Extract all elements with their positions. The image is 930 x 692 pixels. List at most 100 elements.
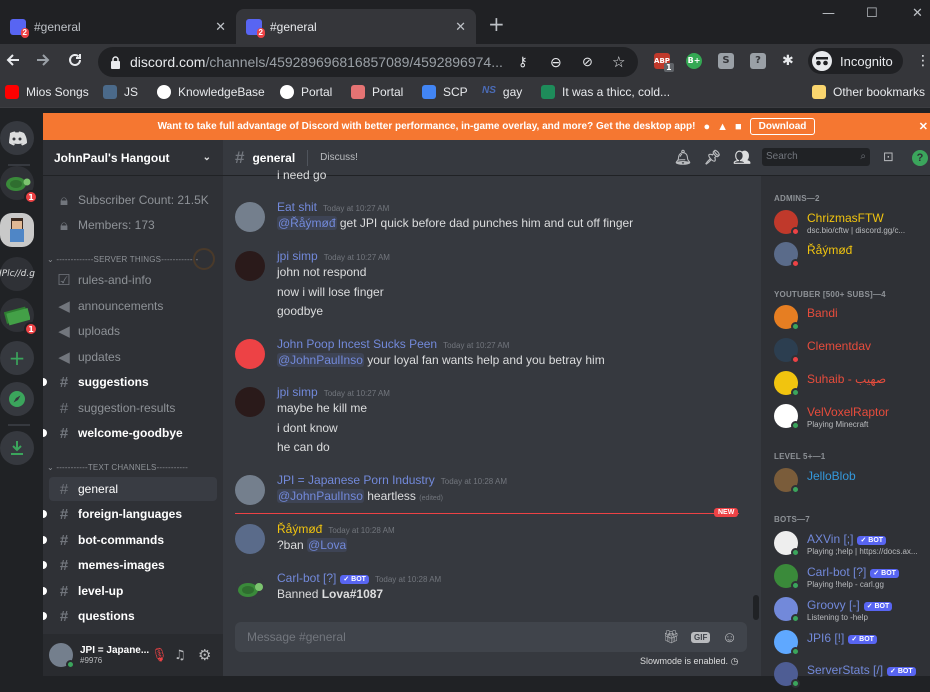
channel-suggestions[interactable]: # suggestions bbox=[43, 370, 217, 394]
browser-tab-active[interactable]: 2 #general ✕ bbox=[236, 9, 476, 44]
notification-bell-icon[interactable]: 🔔︎ bbox=[674, 149, 692, 166]
avatar[interactable] bbox=[235, 475, 265, 505]
settings-gear-icon[interactable]: ⚙ bbox=[198, 646, 211, 664]
incognito-button[interactable]: Incognito bbox=[808, 48, 903, 74]
server-header[interactable]: JohnPaul's Hangout ⌄ bbox=[43, 140, 223, 176]
member-item[interactable]: Clementdav bbox=[774, 336, 930, 368]
pin-icon[interactable]: 📌︎ bbox=[704, 149, 722, 166]
member-item[interactable]: Bandi bbox=[774, 303, 930, 335]
author-name[interactable]: Eat shit bbox=[277, 200, 317, 214]
member-item[interactable]: Řåýmøđ bbox=[774, 240, 930, 272]
channel-announcements[interactable]: ◀ announcements bbox=[49, 294, 217, 318]
reload-icon[interactable] bbox=[66, 51, 82, 67]
channel-members[interactable]: 🔒︎ Members: 173 bbox=[49, 213, 217, 237]
scrollbar-thumb[interactable] bbox=[753, 595, 759, 620]
carl-bot-turtle-avatar[interactable] bbox=[235, 573, 265, 603]
minimize-icon[interactable]: — bbox=[822, 6, 835, 21]
extension-b-icon[interactable]: B+ bbox=[686, 53, 702, 69]
member-item[interactable]: Suhaib - صهيب bbox=[774, 369, 930, 401]
member-item[interactable]: Groovy [-] ✓ BOT Listening to -help bbox=[774, 595, 930, 627]
scrollbar[interactable] bbox=[753, 180, 759, 670]
emoji-icon[interactable]: ☺ bbox=[722, 629, 737, 646]
server-turtle-icon[interactable]: 1 bbox=[0, 166, 38, 204]
eye-off-icon[interactable]: ⊘ bbox=[582, 54, 593, 70]
close-tab-icon[interactable]: ✕ bbox=[215, 19, 226, 35]
extensions-puzzle-icon[interactable]: ✱ bbox=[782, 53, 798, 69]
avatar[interactable] bbox=[235, 202, 265, 232]
help-icon[interactable]: ? bbox=[912, 150, 928, 166]
author-name[interactable]: jpi simp bbox=[277, 249, 318, 263]
user-mention[interactable]: @JohnPaulInso bbox=[277, 353, 364, 367]
bookmark-item[interactable]: SCP bbox=[422, 85, 468, 99]
avatar[interactable] bbox=[235, 339, 265, 369]
user-mention[interactable]: @JohnPaulInso bbox=[277, 489, 364, 503]
bookmark-item[interactable]: JS bbox=[103, 85, 138, 99]
bookmark-item[interactable]: Portal bbox=[351, 85, 403, 99]
member-item[interactable]: ChrizmasFTW dsc.bio/cftw | discord.gg/c..… bbox=[774, 208, 930, 240]
channel-rules-and-info[interactable]: ☑ rules-and-info bbox=[49, 268, 217, 292]
avatar[interactable] bbox=[235, 387, 265, 417]
adblock-icon[interactable]: ABP 1 bbox=[654, 53, 674, 72]
avatar[interactable] bbox=[235, 524, 265, 554]
close-window-icon[interactable]: ✕ bbox=[912, 6, 923, 21]
discord-home-icon[interactable] bbox=[0, 121, 34, 155]
bookmark-item[interactable]: Mios Songs bbox=[5, 85, 89, 99]
member-item[interactable]: JPI6 [!] ✓ BOT bbox=[774, 628, 930, 660]
author-name[interactable]: jpi simp bbox=[277, 385, 318, 399]
member-item[interactable]: VelVoxelRaptor Playing Minecraft bbox=[774, 402, 930, 434]
member-item[interactable]: Carl-bot [?] ✓ BOT Playing !help - carl.gg bbox=[774, 562, 930, 594]
bookmark-item[interactable]: Portal bbox=[280, 85, 332, 99]
maximize-icon[interactable]: ☐ bbox=[866, 6, 878, 21]
channel-bot-commands[interactable]: # bot-commands bbox=[43, 528, 217, 552]
channel-welcome-goodbye[interactable]: # welcome-goodbye bbox=[43, 421, 217, 445]
channel-updates[interactable]: ◀ updates bbox=[49, 345, 217, 369]
close-tab-icon[interactable]: ✕ bbox=[455, 19, 466, 35]
other-bookmarks[interactable]: Other bookmarks bbox=[812, 85, 925, 99]
channel-foreign-languages[interactable]: # foreign-languages bbox=[43, 502, 217, 526]
user-mention[interactable]: @Řåýmøđ bbox=[277, 216, 337, 230]
browser-tab[interactable]: 2 #general ✕ bbox=[0, 9, 236, 44]
channel-general[interactable]: # general bbox=[49, 477, 217, 501]
user-mention[interactable]: @Lova bbox=[307, 538, 348, 552]
forward-icon[interactable] bbox=[34, 51, 50, 67]
headphones-icon[interactable]: ♫ bbox=[174, 648, 186, 663]
new-tab-icon[interactable]: + bbox=[488, 14, 505, 34]
member-item[interactable]: ServerStats [/] ✓ BOT bbox=[774, 660, 930, 692]
explore-servers-icon[interactable] bbox=[0, 382, 34, 416]
avatar[interactable] bbox=[235, 251, 265, 281]
message-input[interactable]: Message #general 🎁︎ GIF ☺ bbox=[235, 622, 747, 652]
add-server-icon[interactable]: + bbox=[0, 341, 34, 375]
channel-questions[interactable]: # questions bbox=[43, 604, 217, 628]
zoom-icon[interactable]: ⊖ bbox=[550, 54, 562, 71]
author-name[interactable]: Carl-bot [?] bbox=[277, 571, 336, 585]
search-input[interactable]: Search ⌕ bbox=[762, 148, 870, 166]
key-icon[interactable]: ⚷ bbox=[518, 54, 528, 70]
member-list-icon[interactable]: 👥︎ bbox=[733, 149, 751, 166]
author-name[interactable]: Řåýmøđ bbox=[277, 522, 322, 536]
server-jpi-icon[interactable]: JPlc//d.g bbox=[0, 257, 35, 291]
bookmark-item[interactable]: KnowledgeBase bbox=[157, 85, 265, 99]
channel-suggestion-results[interactable]: # suggestion-results bbox=[49, 396, 217, 420]
member-item[interactable]: AXVin [;] ✓ BOT Playing ;help | https://do… bbox=[774, 529, 930, 561]
download-apps-icon[interactable] bbox=[0, 431, 34, 465]
channel-subscriber-count[interactable]: 🔒︎ Subscriber Count: 21.5K bbox=[49, 188, 217, 212]
mute-microphone-icon[interactable]: 🎙︎ bbox=[151, 648, 168, 663]
server-minecraft-icon[interactable] bbox=[0, 213, 34, 247]
address-bar[interactable]: discord.com/channels/459289696816857089/… bbox=[98, 47, 638, 77]
category-text-channels[interactable]: ⌄ -----------TEXT CHANNELS----------- bbox=[47, 463, 188, 472]
avatar[interactable] bbox=[49, 643, 75, 669]
extension-help-icon[interactable]: ? bbox=[750, 53, 766, 69]
author-name[interactable]: JPI = Japanese Porn Industry bbox=[277, 473, 435, 487]
extension-s-icon[interactable]: S bbox=[718, 53, 734, 69]
category-server-things[interactable]: ⌄ -------------SERVER THINGS------------… bbox=[47, 255, 198, 264]
gift-icon[interactable]: 🎁︎ bbox=[663, 629, 680, 645]
back-icon[interactable] bbox=[4, 51, 20, 67]
bookmark-item[interactable]: It was a thicc, cold... bbox=[541, 85, 670, 99]
member-item[interactable]: JelloBlob bbox=[774, 466, 930, 498]
author-name[interactable]: John Poop Incest Sucks Peen bbox=[277, 337, 437, 351]
menu-icon[interactable]: ⋮ bbox=[916, 53, 930, 69]
inbox-icon[interactable]: ⊡ bbox=[883, 150, 894, 165]
close-banner-icon[interactable]: ✕ bbox=[919, 120, 928, 133]
star-icon[interactable]: ☆ bbox=[612, 53, 625, 71]
server-money-icon[interactable]: 1 bbox=[0, 298, 38, 336]
